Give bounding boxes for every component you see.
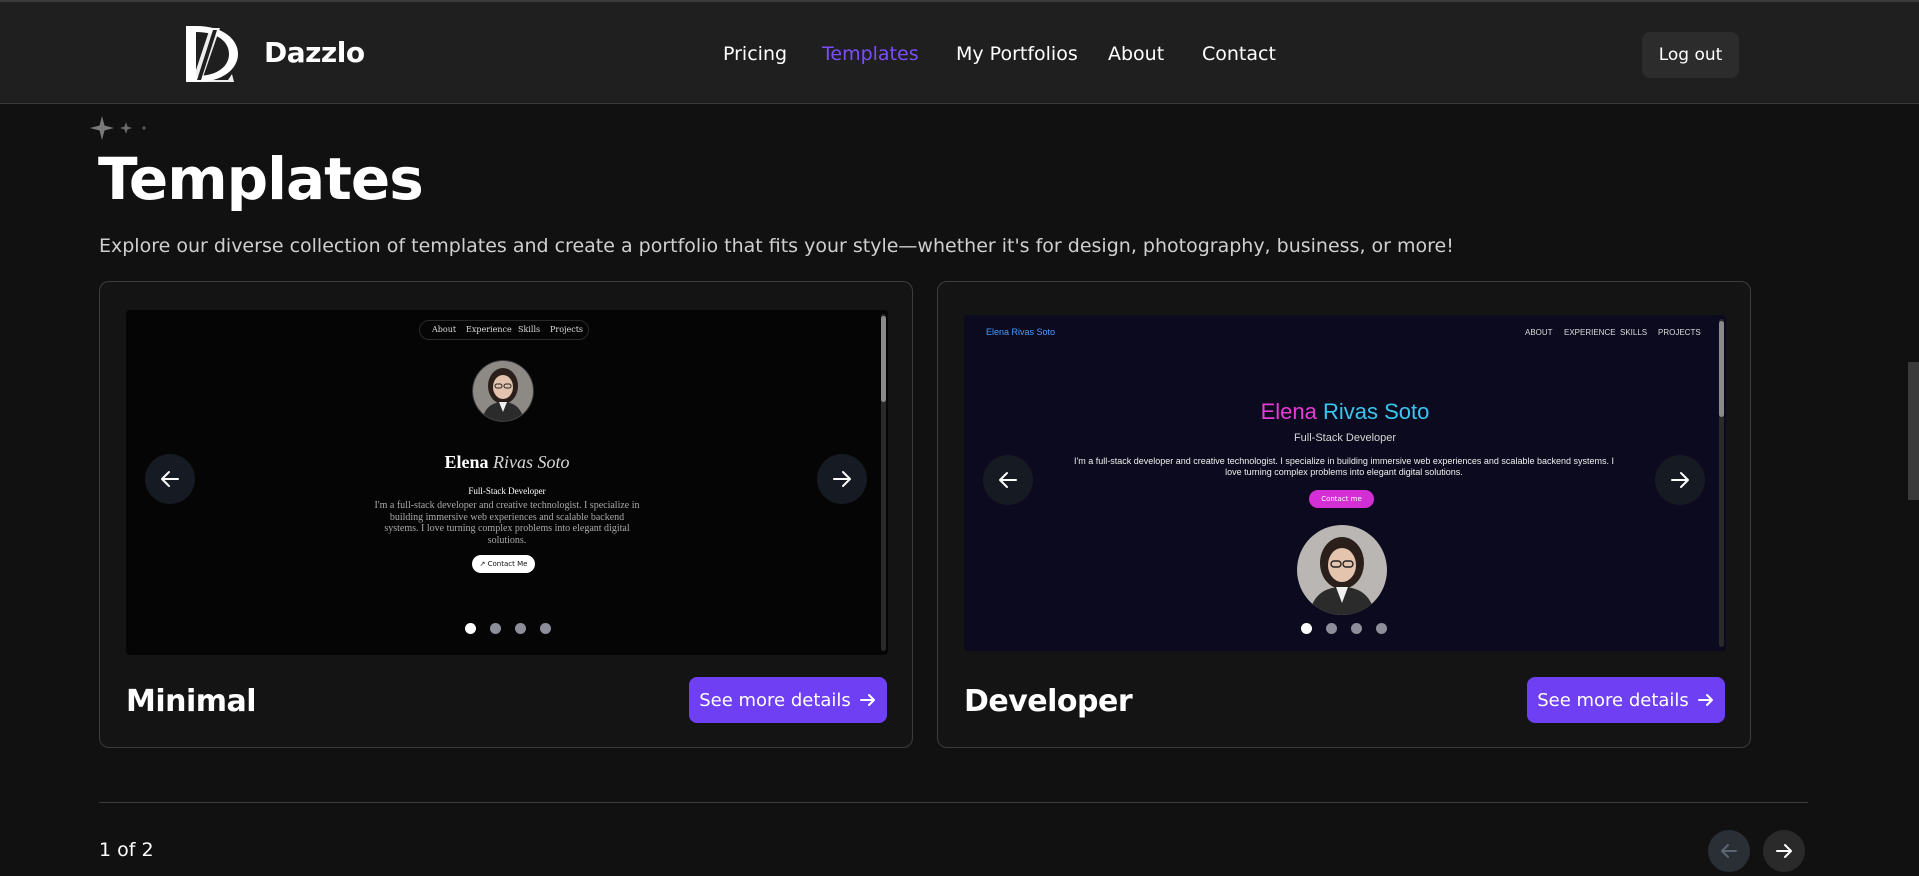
nav-pricing[interactable]: Pricing xyxy=(723,42,787,66)
sparkles-icon xyxy=(90,116,146,140)
details-button-label: See more details xyxy=(699,689,851,711)
preview-first-name: Elena xyxy=(1260,399,1317,424)
template-preview[interactable]: About Experience Skills Projects Elena R… xyxy=(126,310,888,655)
preview-role: Full-Stack Developer xyxy=(468,486,546,496)
see-more-details-button[interactable]: See more details xyxy=(689,677,887,723)
preview-contact-button[interactable]: Contact me xyxy=(1309,490,1374,508)
preview-bio: I'm a full-stack developer and creative … xyxy=(1074,456,1614,477)
section-divider xyxy=(99,802,1808,803)
nav-my-portfolios[interactable]: My Portfolios xyxy=(956,42,1078,66)
carousel-dots xyxy=(964,623,1726,635)
page-scrollbar-thumb[interactable] xyxy=(1908,362,1919,500)
preview-last-name: Rivas Soto xyxy=(493,452,570,472)
preview-nav: About Experience Skills Projects xyxy=(419,320,589,340)
arrow-left-icon xyxy=(999,472,1017,488)
profile-avatar xyxy=(472,360,534,422)
carousel-dot[interactable] xyxy=(1326,623,1337,634)
preview-name: Elena Rivas Soto xyxy=(126,452,888,473)
preview-nav-item: Experience xyxy=(466,325,512,334)
preview-scrollbar-thumb[interactable] xyxy=(881,316,886,402)
preview-nav-item: Projects xyxy=(550,325,584,334)
arrow-right-icon xyxy=(1776,844,1792,858)
preview-nav-item: PROJECTS xyxy=(1658,328,1701,337)
page-count: 1 of 2 xyxy=(99,839,154,861)
carousel-dot[interactable] xyxy=(515,623,526,634)
carousel-dot[interactable] xyxy=(1301,623,1312,634)
arrow-left-icon xyxy=(1721,844,1737,858)
logout-button[interactable]: Log out xyxy=(1642,32,1739,78)
top-navigation-bar: Dazzlo Pricing Templates My Portfolios A… xyxy=(0,0,1919,104)
preview-last-name: Rivas Soto xyxy=(1323,399,1430,424)
page-subtitle: Explore our diverse collection of templa… xyxy=(99,235,1454,257)
arrow-right-icon xyxy=(833,471,851,487)
preview-logo: Elena Rivas Soto xyxy=(986,327,1056,337)
nav-templates[interactable]: Templates xyxy=(822,42,919,66)
carousel-dot[interactable] xyxy=(465,623,476,634)
carousel-dot[interactable] xyxy=(1351,623,1362,634)
carousel-prev-button[interactable] xyxy=(145,454,195,504)
preview-name: Elena Rivas Soto xyxy=(964,399,1726,425)
preview-first-name: Elena xyxy=(444,452,489,472)
preview-contact-button[interactable]: ↗ Contact Me xyxy=(472,555,535,573)
page-prev-button[interactable] xyxy=(1708,830,1750,872)
arrow-right-icon xyxy=(1697,694,1713,706)
arrow-left-icon xyxy=(161,471,179,487)
nav-about[interactable]: About xyxy=(1108,42,1164,66)
arrow-right-icon xyxy=(1671,472,1689,488)
carousel-next-button[interactable] xyxy=(1655,455,1705,505)
template-card-minimal: About Experience Skills Projects Elena R… xyxy=(99,281,913,748)
preview-nav-item: About xyxy=(432,325,457,334)
carousel-next-button[interactable] xyxy=(817,454,867,504)
template-card-developer: Elena Rivas Soto ABOUT EXPERIENCE SKILLS… xyxy=(937,281,1751,748)
page-next-button[interactable] xyxy=(1763,830,1805,872)
arrow-right-icon xyxy=(859,694,875,706)
template-name: Developer xyxy=(964,684,1133,719)
nav-contact[interactable]: Contact xyxy=(1202,42,1276,66)
preview-nav-item: EXPERIENCE xyxy=(1564,328,1616,337)
carousel-dot[interactable] xyxy=(490,623,501,634)
preview-bio: I'm a full-stack developer and creative … xyxy=(374,500,640,546)
preview-role: Full-Stack Developer xyxy=(1293,432,1397,444)
carousel-dots xyxy=(126,623,888,635)
page-title: Templates xyxy=(98,145,424,213)
profile-avatar xyxy=(1297,525,1387,615)
carousel-dot[interactable] xyxy=(1376,623,1387,634)
carousel-dot[interactable] xyxy=(540,623,551,634)
preview-scrollbar-thumb[interactable] xyxy=(1719,321,1724,417)
preview-nav-item: Skills xyxy=(518,325,541,334)
see-more-details-button[interactable]: See more details xyxy=(1527,677,1725,723)
carousel-prev-button[interactable] xyxy=(983,455,1033,505)
details-button-label: See more details xyxy=(1537,689,1689,711)
preview-nav-item: SKILLS xyxy=(1620,328,1648,337)
preview-nav-item: ABOUT xyxy=(1525,328,1553,337)
template-name: Minimal xyxy=(126,684,257,719)
template-preview[interactable]: Elena Rivas Soto ABOUT EXPERIENCE SKILLS… xyxy=(964,315,1726,651)
main-nav: Pricing Templates My Portfolios About Co… xyxy=(0,42,1919,72)
